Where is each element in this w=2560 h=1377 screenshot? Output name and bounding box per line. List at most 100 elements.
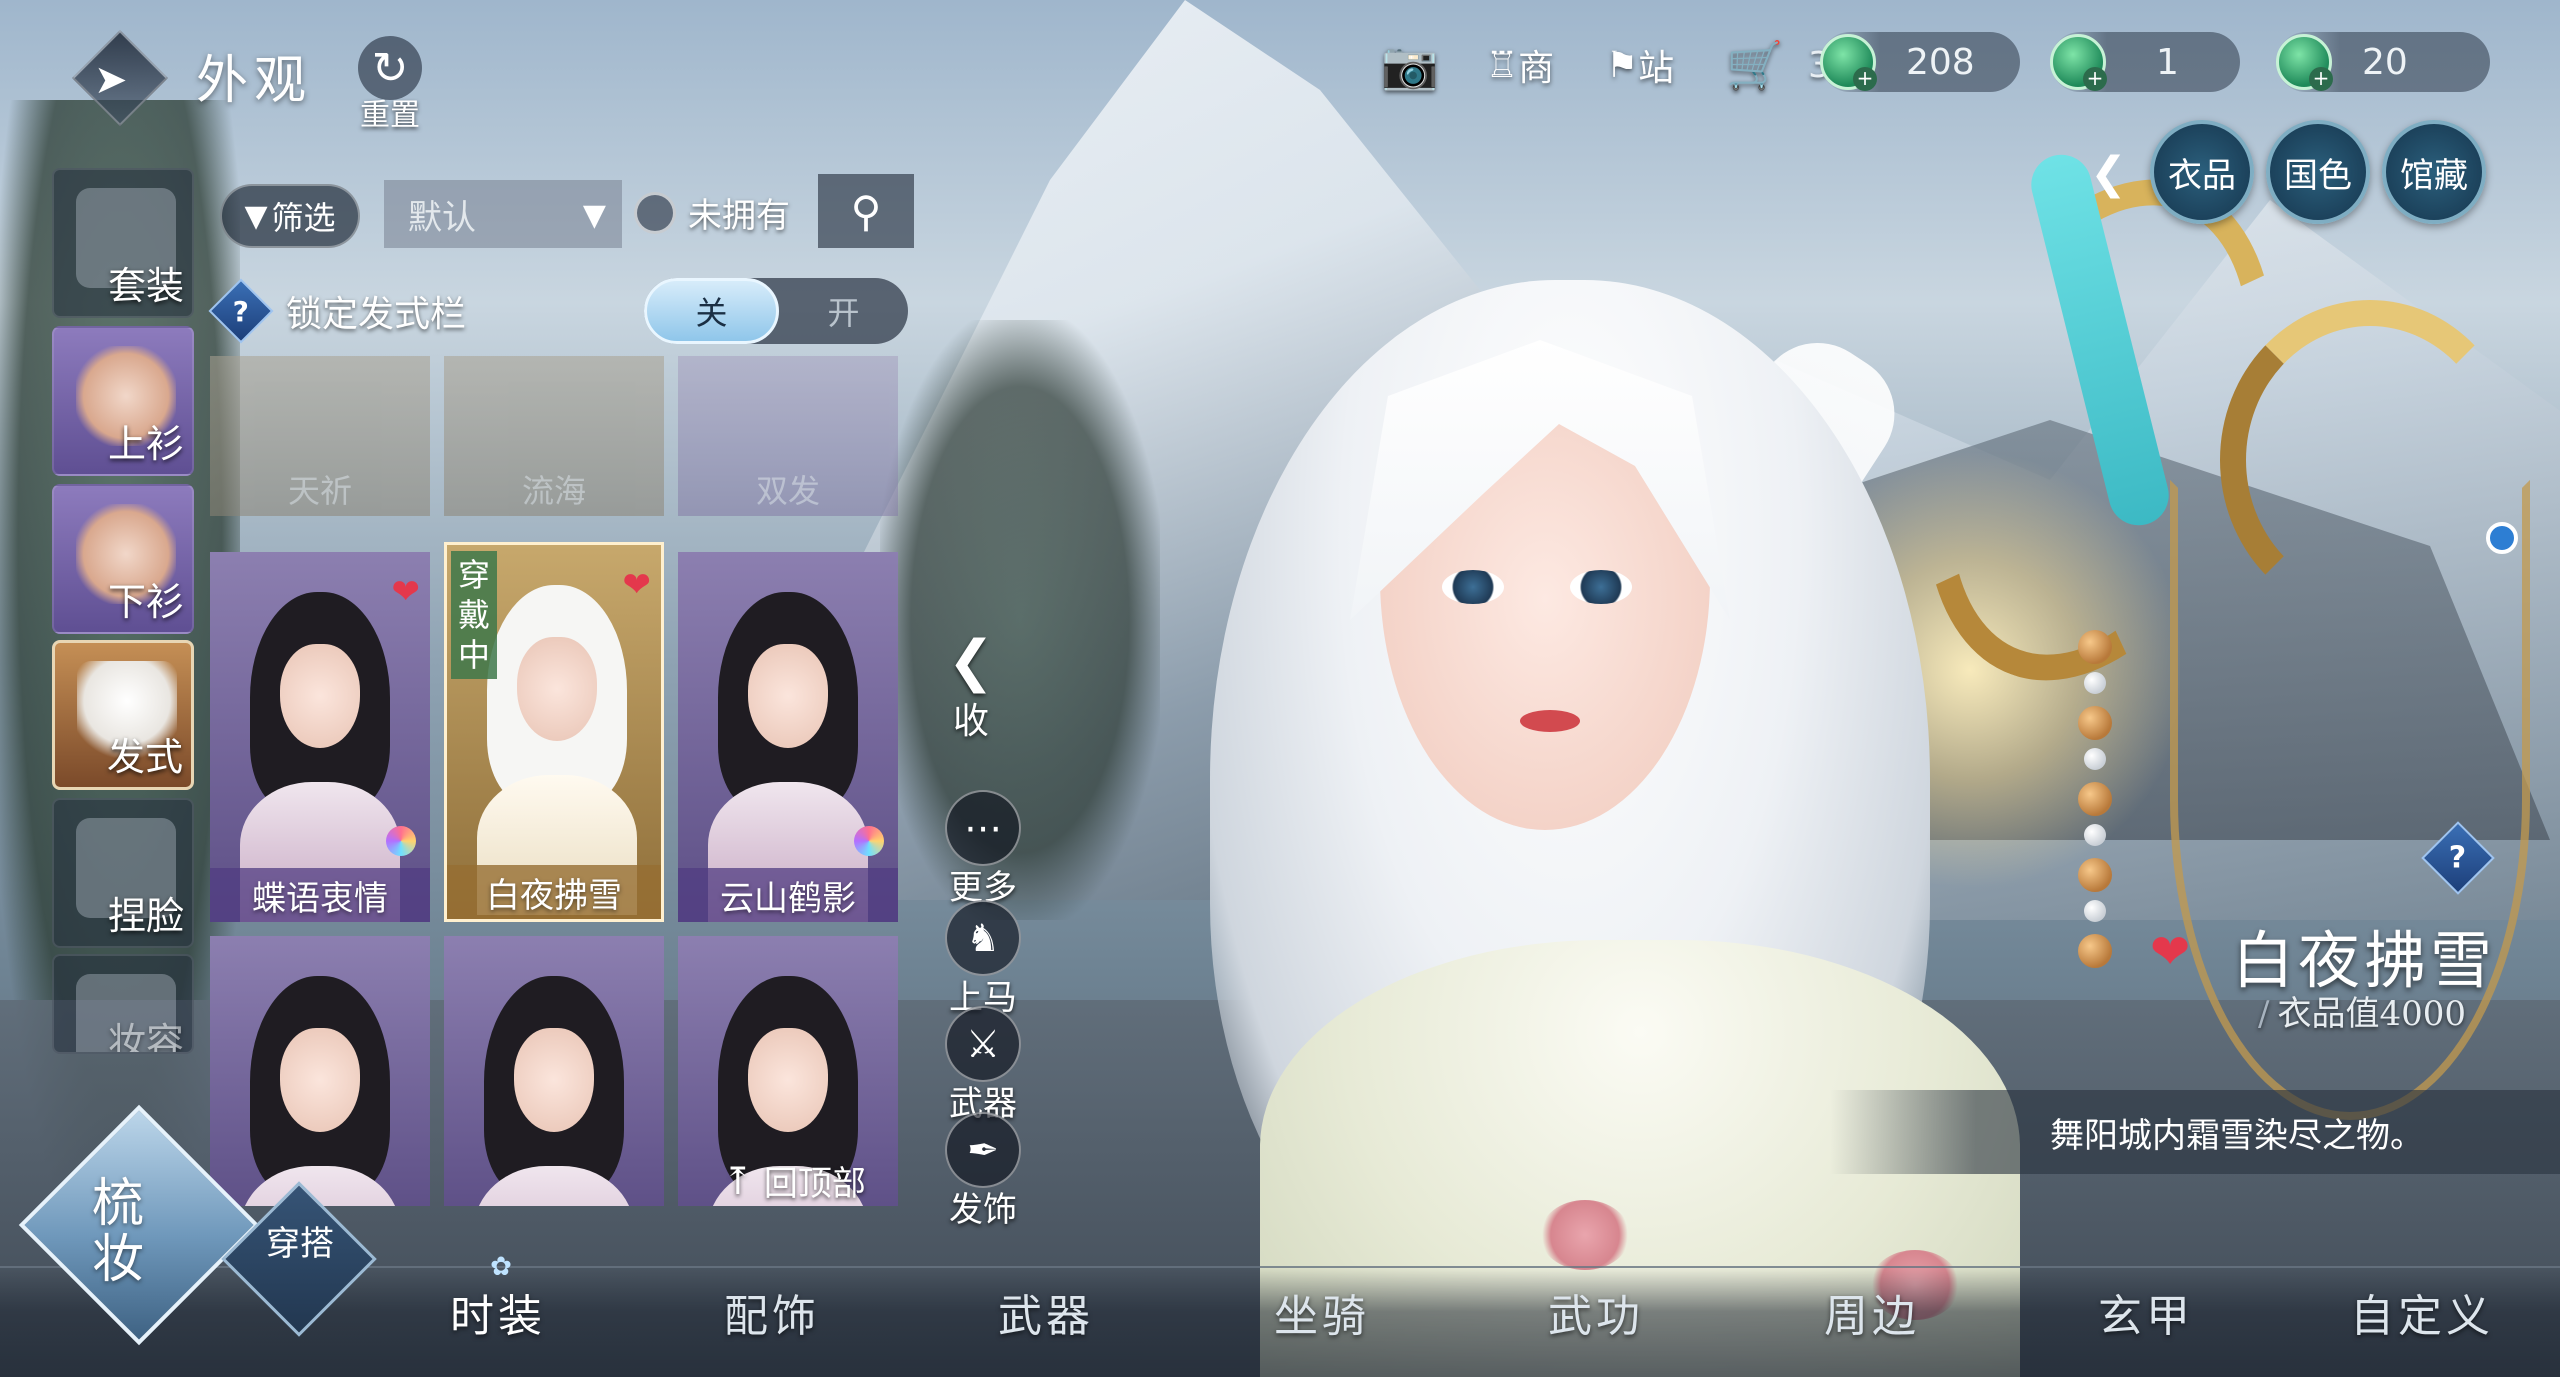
focus-point-icon[interactable] — [2486, 522, 2518, 554]
station-button[interactable]: ⚑ 站 — [1590, 25, 1690, 105]
tab-custom[interactable]: 自定义 — [2350, 1280, 2494, 1344]
back-to-top-button[interactable]: ⤒ 回顶部 — [722, 1156, 866, 1205]
tab-peripherals[interactable]: 周边 — [1824, 1280, 1920, 1344]
hair-accessory-button[interactable]: ✒ 发饰 — [940, 1112, 1026, 1231]
wearing-badge: 穿戴中 — [451, 551, 497, 679]
tab-martial-arts[interactable]: 武功 — [1548, 1280, 1644, 1344]
not-owned-radio[interactable]: 未拥有 — [634, 188, 790, 237]
tab-national-color[interactable]: 国色 — [2266, 120, 2370, 224]
horse-icon: ♞ — [945, 900, 1021, 976]
hairstyle-name: 双发 — [755, 472, 820, 510]
sidebar-item-label: 妆容 — [107, 1020, 184, 1054]
jade-currency-icon: + — [2050, 34, 2107, 91]
lips — [1520, 710, 1580, 732]
back-button[interactable]: ➤ — [71, 29, 169, 127]
eye-right — [1570, 570, 1632, 604]
plus-icon: + — [2309, 67, 2333, 91]
page-title: 外观 — [196, 51, 313, 111]
tab-mounts[interactable]: 坐骑 — [1274, 1280, 1370, 1344]
hairstyle-card[interactable]: 流海 — [444, 356, 664, 516]
hairstyle-portrait — [477, 585, 637, 915]
weapon-button[interactable]: ⚔ 武器 — [940, 1006, 1026, 1125]
jade-currency-icon: + — [1820, 34, 1877, 91]
top-bar: 📷 ♖ 商 ⚑ 站 🛒 3 — [1370, 20, 1831, 110]
hairstyle-card[interactable]: ❤ 蝶语衷情 — [210, 552, 430, 922]
favorite-heart-icon[interactable]: ❤ — [2150, 924, 2190, 980]
hairstyle-card-selected[interactable]: 穿戴中 ❤ 白夜拂雪 — [444, 542, 664, 922]
sidebar-item-bottom[interactable]: 下衫 — [52, 484, 194, 634]
currency-value: 208 — [1906, 41, 1975, 83]
tab-dark-armor[interactable]: 玄甲 — [2098, 1280, 2194, 1344]
filter-label: 筛选 — [271, 199, 336, 237]
back-arrow-icon: ➤ — [94, 57, 128, 103]
sidebar-item-label: 发式 — [106, 735, 183, 779]
right-category-buttons: 衣品 国色 馆藏 — [2150, 120, 2486, 224]
tab-accessories[interactable]: 配饰 — [724, 1280, 820, 1344]
lock-toggle[interactable]: 关 开 — [644, 278, 908, 344]
collapse-label: 收 — [952, 701, 989, 742]
player-character-model[interactable] — [1180, 240, 2080, 1377]
toggle-on-option[interactable]: 开 — [779, 278, 908, 344]
mount-button[interactable]: ♞ 上马 — [940, 900, 1026, 1019]
item-description: 舞阳城内霜雪染尽之物。 — [2050, 1115, 2424, 1156]
hairstyle-card[interactable] — [444, 936, 664, 1206]
eye-left — [1442, 570, 1504, 604]
tab-collection[interactable]: 馆藏 — [2382, 120, 2486, 224]
sidebar-item-makeup[interactable]: 妆容 — [52, 954, 194, 1054]
cart-icon[interactable]: 🛒 — [1720, 25, 1790, 105]
collapse-panel-button[interactable]: ❮ 收 — [946, 632, 996, 744]
hairstyle-card[interactable] — [210, 936, 430, 1206]
tab-fashion[interactable]: 时装 — [450, 1280, 546, 1344]
jade-currency-icon: + — [2276, 34, 2333, 91]
tab-attire-rating[interactable]: 衣品 — [2150, 120, 2254, 224]
currency-jade-2[interactable]: + 1 — [2050, 32, 2240, 92]
rainbow-dye-icon — [854, 826, 884, 856]
hairstyle-card[interactable]: 天祈 — [210, 356, 430, 516]
search-icon: ⚲ — [850, 186, 882, 236]
tab-weapons[interactable]: 武器 — [998, 1280, 1094, 1344]
hairstyle-portrait — [708, 592, 868, 922]
active-tab-marker-icon: ✿ — [490, 1252, 512, 1282]
help-icon[interactable]: ? — [208, 278, 274, 344]
sidebar-item-top[interactable]: 上衫 — [52, 326, 194, 476]
sidebar-item-face-sculpt[interactable]: 捏脸 — [52, 798, 194, 948]
reset-label: 重置 — [360, 98, 420, 133]
chevron-left-icon[interactable]: ❮ — [2090, 148, 2127, 199]
toggle-off-option[interactable]: 关 — [644, 278, 779, 344]
rose-decoration — [1540, 1200, 1630, 1270]
hairstyle-portrait — [240, 592, 400, 922]
currency-value: 20 — [2362, 41, 2408, 83]
sidebar-item-outfit[interactable]: 套装 — [52, 168, 194, 318]
hairstyle-name: 流海 — [521, 472, 586, 510]
hairstyle-card[interactable]: 云山鹤影 — [678, 552, 898, 922]
favorite-heart-icon[interactable]: ❤ — [392, 572, 421, 612]
currency-jade-1[interactable]: + 208 — [1820, 32, 2020, 92]
chevron-left-icon: ❮ — [947, 629, 995, 694]
more-button[interactable]: ⋯ 更多 — [940, 790, 1026, 909]
sword-icon: ⚔ — [945, 1006, 1021, 1082]
sidebar-item-label: 捏脸 — [107, 894, 184, 938]
bead-string — [2078, 630, 2118, 1050]
filter-funnel-icon: ▼ — [244, 198, 268, 234]
hairstyle-name: 天祈 — [287, 472, 352, 510]
reset-button[interactable]: ↻ 重置 — [350, 36, 430, 133]
station-label: 站 — [1638, 48, 1675, 89]
hairstyle-name: 云山鹤影 — [678, 868, 898, 922]
camera-icon[interactable]: 📷 — [1370, 25, 1450, 105]
favorite-heart-icon[interactable]: ❤ — [623, 565, 652, 605]
currency-value: 1 — [2156, 41, 2179, 83]
hairpin-icon: ✒ — [945, 1112, 1021, 1188]
attire-value: 衣品值4000 — [2277, 994, 2466, 1034]
arrow-up-icon: ⤒ — [722, 1158, 754, 1203]
sidebar-item-hairstyle[interactable]: 发式 — [52, 640, 194, 790]
sidebar-item-label: 下衫 — [107, 580, 184, 624]
search-button[interactable]: ⚲ — [818, 174, 914, 248]
hairstyle-name: 蝶语衷情 — [210, 868, 430, 922]
hairstyle-card[interactable]: 双发 — [678, 356, 898, 516]
divider: / — [2258, 994, 2270, 1034]
filter-button[interactable]: ▼ 筛选 — [220, 184, 360, 248]
hairstyle-name: 白夜拂雪 — [447, 865, 661, 919]
sort-dropdown[interactable]: 默认 ▼ — [384, 180, 622, 248]
shop-button[interactable]: ♖ 商 — [1470, 25, 1570, 105]
currency-jade-3[interactable]: + 20 — [2276, 32, 2490, 92]
